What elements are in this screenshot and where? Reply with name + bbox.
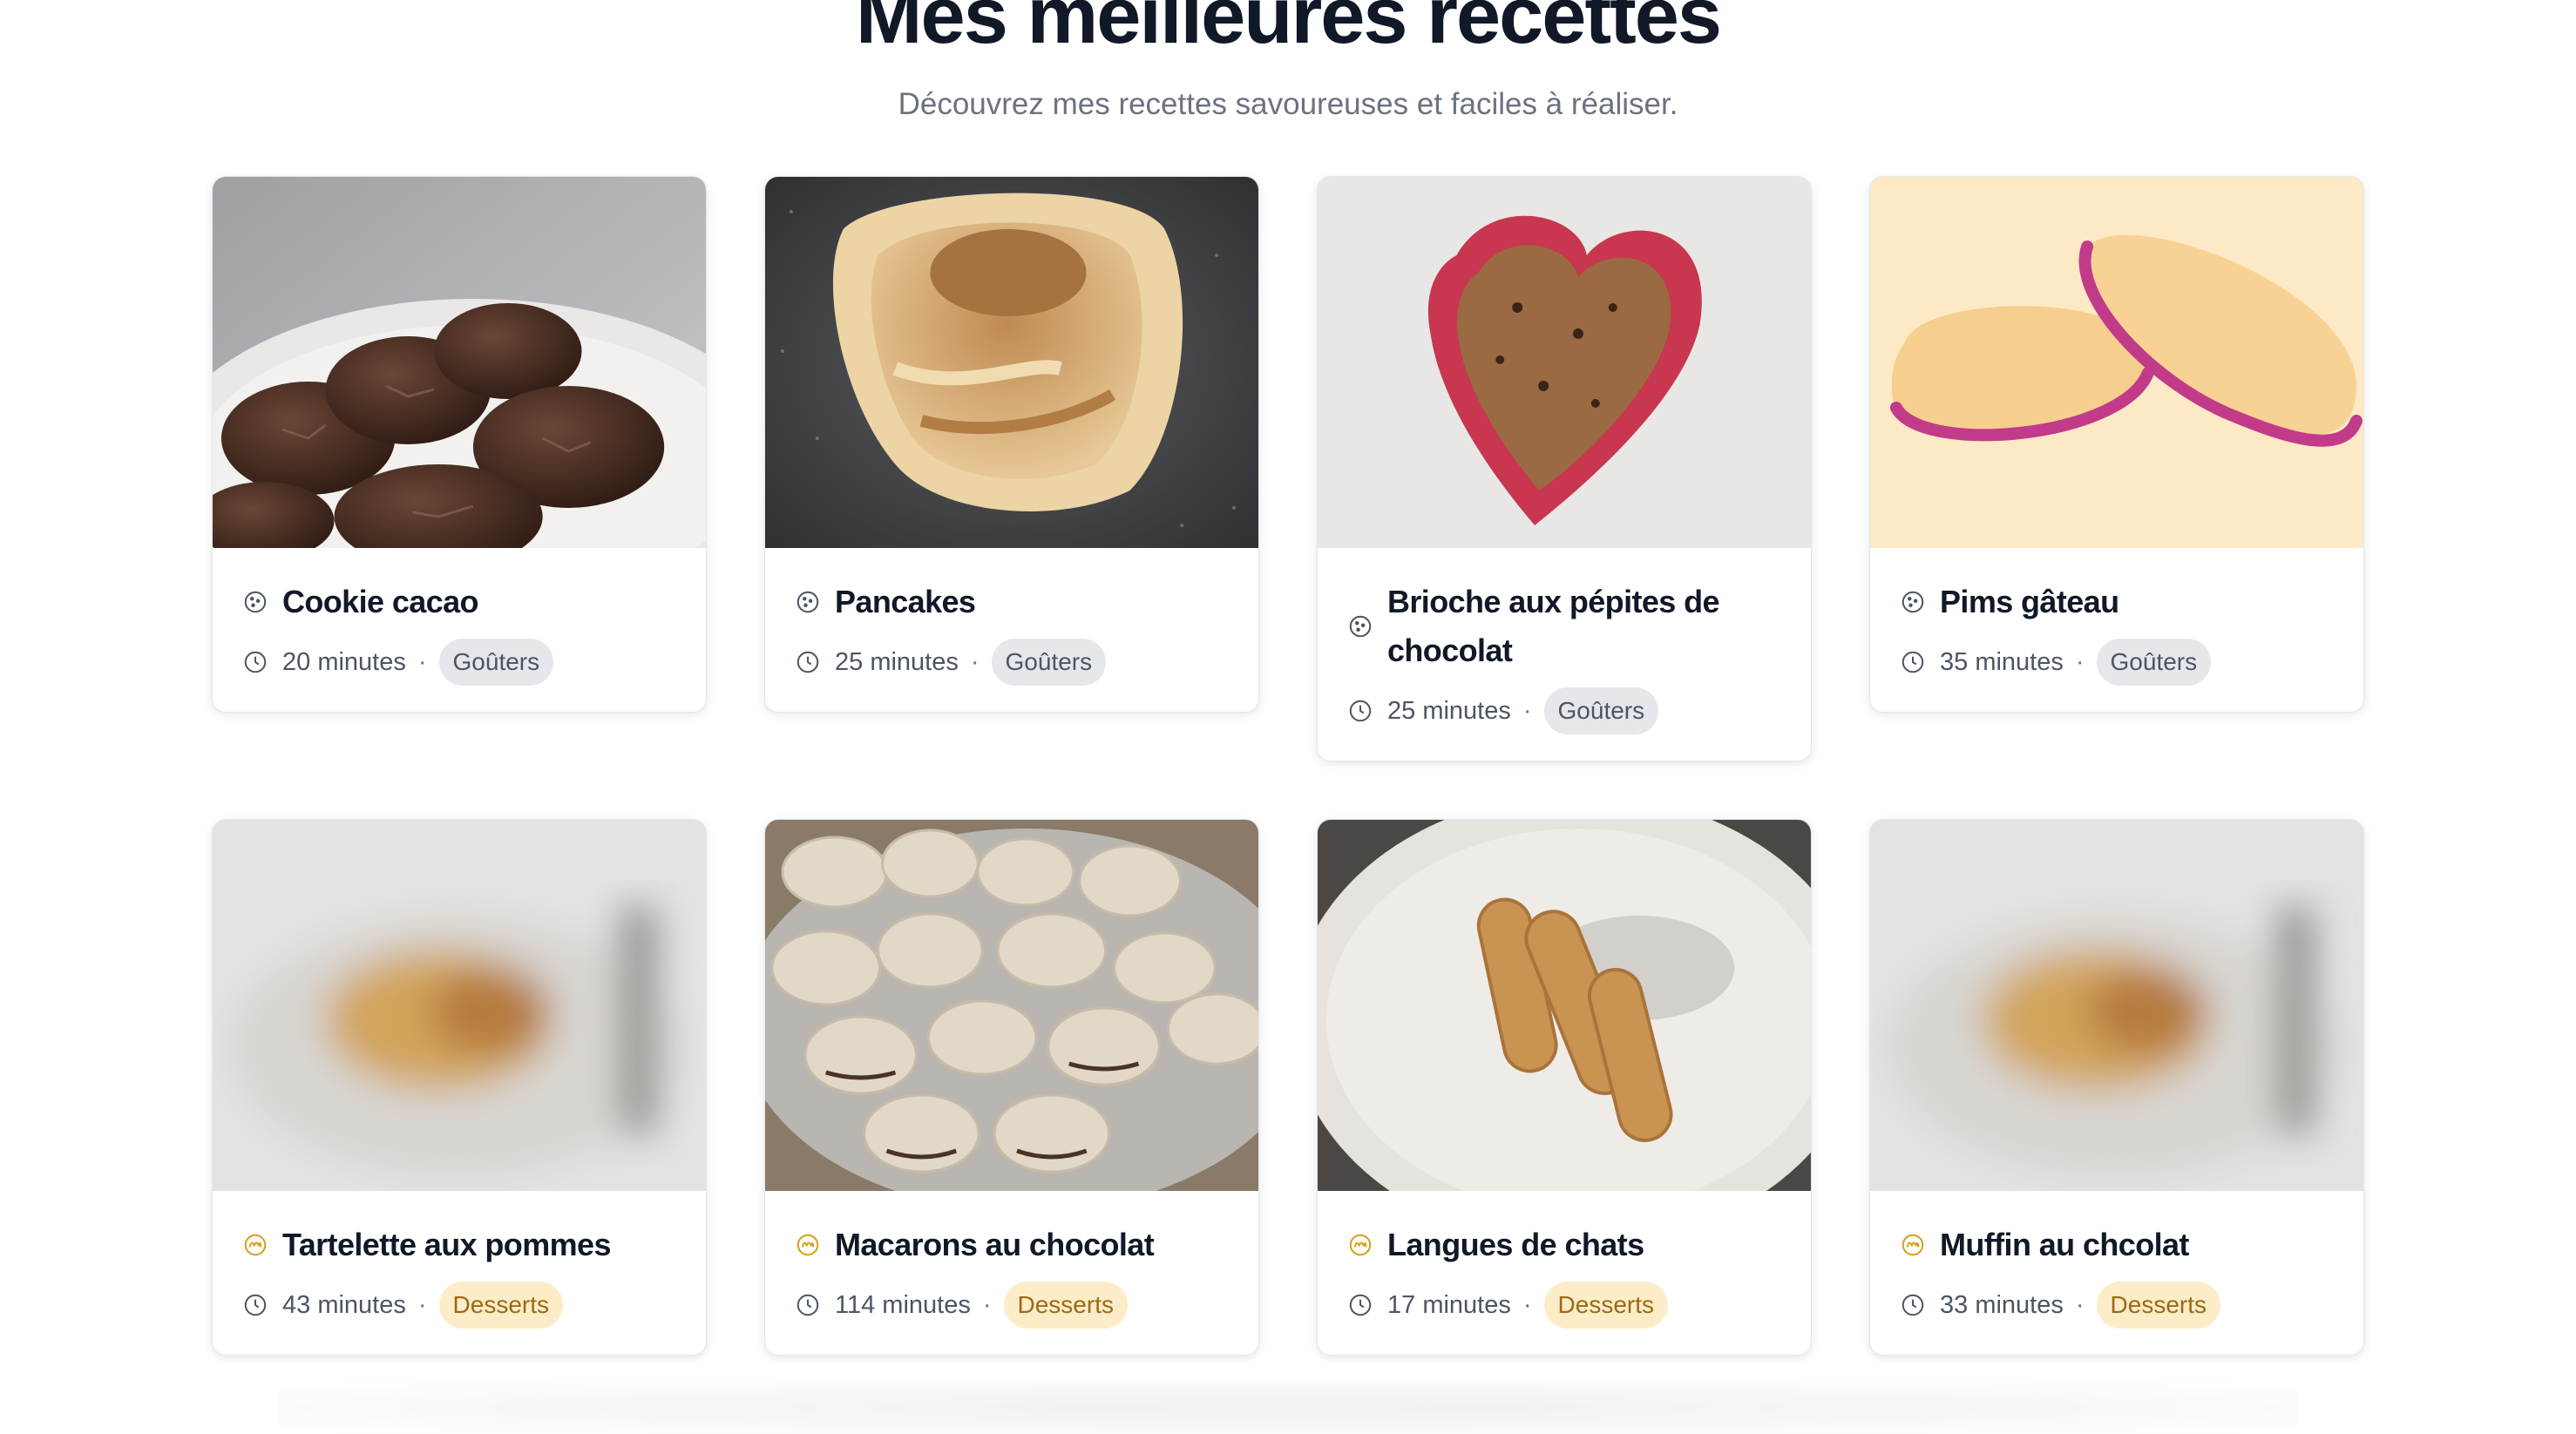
- page-title: Mes meilleures recettes: [855, 0, 1722, 60]
- blurred-placeholder-photo: [1870, 820, 2363, 1191]
- recipe-card[interactable]: Macarons au chocolat 114 minutes · Desse…: [764, 819, 1259, 1356]
- recipe-image: [213, 177, 706, 548]
- clock-icon: [242, 1292, 268, 1318]
- langues-de-chat-photo: [1318, 820, 1811, 1191]
- category-badge: Desserts: [1543, 1282, 1668, 1329]
- cookie-icon: [1347, 613, 1373, 639]
- recipe-duration: 25 minutes: [1387, 696, 1511, 725]
- recipe-image: [1318, 820, 1811, 1191]
- recipe-card[interactable]: Pancakes 25 minutes · Goûters: [764, 176, 1259, 713]
- clock-icon: [1347, 1292, 1373, 1318]
- recipe-duration: 25 minutes: [835, 647, 959, 676]
- blurred-placeholder-photo: [213, 820, 706, 1191]
- recipe-title: Langues de chats: [1387, 1227, 1644, 1262]
- recipe-image: [1870, 177, 2363, 548]
- bottom-shadow: [279, 1382, 2297, 1434]
- meta-separator: ·: [417, 647, 427, 676]
- meta-separator: ·: [417, 1290, 427, 1319]
- clock-icon: [242, 649, 268, 675]
- recipe-title: Brioche aux pépites de chocolat: [1387, 584, 1720, 668]
- category-badge: Desserts: [438, 1282, 563, 1329]
- recipe-duration: 20 minutes: [282, 647, 406, 676]
- category-badge: Desserts: [2096, 1282, 2220, 1329]
- recipe-image: [213, 820, 706, 1191]
- recipe-image: [765, 820, 1258, 1191]
- meta-separator: ·: [2075, 647, 2085, 676]
- recipe-image: [1318, 177, 1811, 548]
- recipe-duration: 33 minutes: [1940, 1290, 2064, 1319]
- cookie-icon: [1900, 589, 1926, 615]
- dessert-icon: [242, 1232, 268, 1258]
- pancake-photo: [765, 177, 1258, 548]
- recipe-card[interactable]: Cookie cacao 20 minutes · Goûters: [212, 176, 707, 713]
- dessert-icon: [1900, 1232, 1926, 1258]
- pims-illustration: [1870, 177, 2363, 548]
- dessert-icon: [795, 1232, 821, 1258]
- chocolate-cookies-photo: [213, 177, 706, 548]
- recipe-image: [1870, 820, 2363, 1191]
- page-subtitle: Découvrez mes recettes savoureuses et fa…: [898, 87, 1678, 121]
- clock-icon: [1900, 1292, 1926, 1318]
- recipe-card[interactable]: Langues de chats 17 minutes · Desserts: [1317, 819, 1812, 1356]
- meta-separator: ·: [970, 647, 980, 676]
- recipe-title: Tartelette aux pommes: [282, 1227, 611, 1262]
- recipe-duration: 114 minutes: [835, 1290, 971, 1319]
- recipe-card[interactable]: Brioche aux pépites de chocolat 25 minut…: [1317, 176, 1812, 761]
- recipe-grid: Cookie cacao 20 minutes · Goûters Pancak…: [212, 176, 2366, 1356]
- category-badge: Goûters: [1543, 687, 1659, 734]
- category-badge: Goûters: [438, 639, 554, 686]
- category-badge: Goûters: [2096, 639, 2212, 686]
- cookie-icon: [795, 589, 821, 615]
- recipe-title: Cookie cacao: [282, 584, 479, 619]
- meta-separator: ·: [1522, 696, 1532, 725]
- recipe-title: Muffin au chcolat: [1940, 1227, 2189, 1262]
- recipe-duration: 35 minutes: [1940, 647, 2064, 676]
- clock-icon: [795, 1292, 821, 1318]
- clock-icon: [1347, 698, 1373, 724]
- recipe-title: Pancakes: [835, 584, 976, 619]
- recipe-duration: 17 minutes: [1387, 1290, 1511, 1319]
- dessert-icon: [1347, 1232, 1373, 1258]
- recipe-card[interactable]: Tartelette aux pommes 43 minutes · Desse…: [212, 819, 707, 1356]
- category-badge: Goûters: [991, 639, 1107, 686]
- clock-icon: [1900, 649, 1926, 675]
- recipe-card[interactable]: Muffin au chcolat 33 minutes · Desserts: [1869, 819, 2364, 1356]
- recipe-image: [765, 177, 1258, 548]
- category-badge: Desserts: [1003, 1282, 1128, 1329]
- recipe-title: Pims gâteau: [1940, 584, 2119, 619]
- macarons-photo: [765, 820, 1258, 1191]
- clock-icon: [795, 649, 821, 675]
- recipe-duration: 43 minutes: [282, 1290, 406, 1319]
- recipe-title: Macarons au chocolat: [835, 1227, 1155, 1262]
- recipe-card[interactable]: Pims gâteau 35 minutes · Goûters: [1869, 176, 2364, 713]
- meta-separator: ·: [2075, 1290, 2085, 1319]
- meta-separator: ·: [982, 1290, 992, 1319]
- brioche-heart-mold-photo: [1318, 177, 1811, 548]
- meta-separator: ·: [1522, 1290, 1532, 1319]
- cookie-icon: [242, 589, 268, 615]
